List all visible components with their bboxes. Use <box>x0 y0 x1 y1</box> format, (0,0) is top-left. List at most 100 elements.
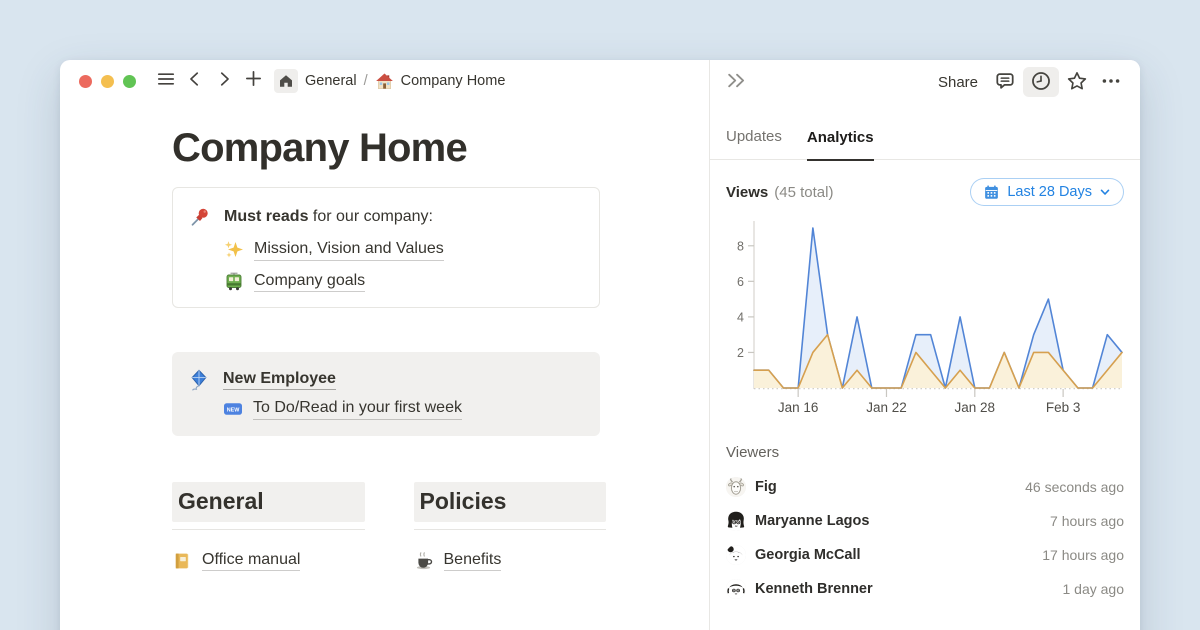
share-button[interactable]: Share <box>929 70 987 95</box>
svg-text:6: 6 <box>737 275 744 289</box>
new-page-button[interactable] <box>240 68 266 94</box>
panel-tabs: Updates Analytics <box>710 104 1140 160</box>
new-employee-callout: New Employee NEW To Do/Read in your firs… <box>172 352 600 436</box>
avatar-fig <box>726 477 746 497</box>
new-employee-link[interactable]: New Employee <box>223 370 336 390</box>
plus-icon <box>244 69 263 93</box>
viewer-time: 1 day ago <box>1063 581 1125 597</box>
minimize-window-button[interactable] <box>101 75 114 88</box>
svg-text:NEW: NEW <box>227 408 240 414</box>
list-item: Benefits <box>414 551 607 572</box>
viewer-name: Maryanne Lagos <box>755 513 869 529</box>
section-columns: General Office manual Policies Benefits <box>172 482 606 572</box>
views-total: (45 total) <box>774 184 833 201</box>
updates-history-button[interactable] <box>1023 67 1059 97</box>
viewers-section: Viewers Fig 46 seconds ago Maryanne Lago… <box>726 444 1124 606</box>
viewer-time: 46 seconds ago <box>1025 479 1124 495</box>
must-reads-lead-rest: for our company: <box>308 208 433 225</box>
list-item: NEW To Do/Read in your first week <box>223 399 462 420</box>
date-range-label: Last 28 Days <box>1007 184 1092 200</box>
comments-button[interactable] <box>989 67 1021 97</box>
viewer-row[interactable]: Fig 46 seconds ago <box>726 470 1124 504</box>
chevron-left-icon <box>186 70 204 93</box>
first-week-todo-link[interactable]: To Do/Read in your first week <box>253 399 462 420</box>
divider <box>172 529 365 530</box>
avatar-georgia <box>726 545 746 565</box>
svg-text:Jan 16: Jan 16 <box>778 400 819 415</box>
avatar-kenneth <box>726 579 746 599</box>
views-header: Views (45 total) Last 28 Days <box>726 178 1124 206</box>
close-window-button[interactable] <box>79 75 92 88</box>
back-button[interactable] <box>182 68 208 94</box>
page-content: Company Home Must reads for our company:… <box>60 102 709 630</box>
company-goals-link[interactable]: Company goals <box>254 272 365 293</box>
breadcrumb-separator: / <box>364 73 368 89</box>
hamburger-menu-icon <box>156 69 176 94</box>
views-chart: 2468Jan 16Jan 22Jan 28Feb 3 <box>726 215 1124 420</box>
sparkles-icon <box>224 240 244 260</box>
coffee-icon <box>414 551 434 571</box>
collapse-panel-button[interactable] <box>720 67 752 97</box>
benefits-link[interactable]: Benefits <box>444 551 502 572</box>
more-options-button[interactable] <box>1095 67 1127 97</box>
svg-text:Feb 3: Feb 3 <box>1046 400 1081 415</box>
viewer-name: Georgia McCall <box>755 547 861 563</box>
tram-icon <box>224 272 244 292</box>
section-heading: Policies <box>414 482 607 522</box>
house-icon <box>375 72 394 91</box>
new-employee-body: New Employee NEW To Do/Read in your firs… <box>223 368 462 420</box>
must-reads-lead: Must reads for our company: <box>224 205 444 229</box>
divider <box>414 529 607 530</box>
svg-text:Jan 22: Jan 22 <box>866 400 907 415</box>
analytics-panel: Share Updates Analytics Views ( <box>709 60 1140 630</box>
office-manual-link[interactable]: Office manual <box>202 551 300 572</box>
breadcrumb: General / Company Home <box>274 69 505 93</box>
mission-vision-values-link[interactable]: Mission, Vision and Values <box>254 240 444 261</box>
must-reads-callout: Must reads for our company: Mission, Vis… <box>172 187 600 308</box>
section-policies: Policies Benefits <box>414 482 607 572</box>
sidebar-toggle-button[interactable] <box>153 68 179 94</box>
calendar-icon <box>983 184 1000 201</box>
viewer-row[interactable]: Kenneth Brenner 1 day ago <box>726 572 1124 606</box>
tab-analytics[interactable]: Analytics <box>807 129 874 161</box>
svg-text:2: 2 <box>737 346 744 360</box>
teamspace-home-icon[interactable] <box>274 69 298 93</box>
notebook-icon <box>172 551 192 571</box>
page-title: Company Home <box>172 124 709 173</box>
must-reads-body: Must reads for our company: Mission, Vis… <box>224 205 444 292</box>
new-badge-icon: NEW <box>223 399 243 419</box>
viewer-time: 17 hours ago <box>1042 547 1124 563</box>
favorite-button[interactable] <box>1061 67 1093 97</box>
breadcrumb-page[interactable]: Company Home <box>401 73 506 89</box>
date-range-button[interactable]: Last 28 Days <box>970 178 1124 206</box>
viewers-label: Viewers <box>726 444 1124 461</box>
viewer-time: 7 hours ago <box>1050 513 1124 529</box>
app-window: General / Company Home Company Home Must… <box>60 60 1140 630</box>
must-reads-lead-bold: Must reads <box>224 208 308 225</box>
list-item: New Employee <box>223 370 462 388</box>
kite-icon <box>188 368 210 420</box>
viewer-name: Fig <box>755 479 777 495</box>
pushpin-icon <box>189 205 211 292</box>
tab-updates[interactable]: Updates <box>726 128 782 159</box>
zoom-window-button[interactable] <box>123 75 136 88</box>
comment-icon <box>994 70 1016 95</box>
ellipsis-icon <box>1100 70 1122 95</box>
svg-text:8: 8 <box>737 239 744 253</box>
list-item: Company goals <box>224 272 444 293</box>
clock-icon <box>1030 70 1052 95</box>
forward-button[interactable] <box>211 68 237 94</box>
panel-toolbar-actions: Share <box>929 67 1127 97</box>
list-item: Mission, Vision and Values <box>224 240 444 261</box>
viewer-name: Kenneth Brenner <box>755 581 873 597</box>
section-heading: General <box>172 482 365 522</box>
window-controls <box>79 75 136 88</box>
star-icon <box>1066 70 1088 95</box>
breadcrumb-teamspace[interactable]: General <box>305 73 357 89</box>
panel-toolbar: Share <box>710 60 1140 104</box>
titlebar: General / Company Home <box>60 60 709 102</box>
double-chevron-right-icon <box>726 70 747 94</box>
section-general: General Office manual <box>172 482 365 572</box>
viewer-row[interactable]: Georgia McCall 17 hours ago <box>726 538 1124 572</box>
viewer-row[interactable]: Maryanne Lagos 7 hours ago <box>726 504 1124 538</box>
